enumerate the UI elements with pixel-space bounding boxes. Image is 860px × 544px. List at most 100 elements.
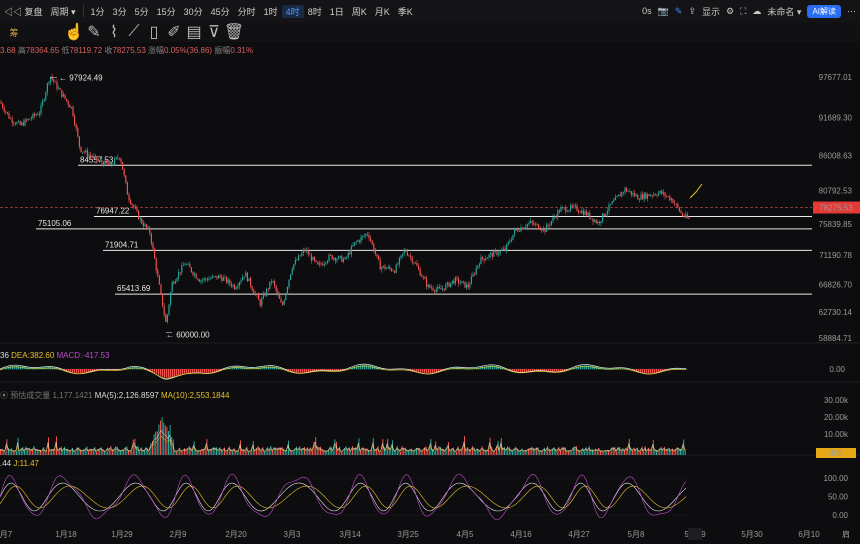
candle-body — [101, 159, 103, 163]
projection-line[interactable] — [689, 183, 703, 199]
level-label: 71904.71 — [105, 240, 139, 249]
macd-histogram-bar — [590, 365, 592, 370]
candle-body — [397, 264, 399, 266]
macd-histogram-bar — [366, 365, 368, 370]
volume-bar — [332, 451, 334, 455]
macd-histogram-bar — [296, 369, 298, 373]
candle-body — [333, 257, 335, 260]
candle-body — [326, 260, 328, 264]
candle-body — [478, 264, 480, 266]
candle-body — [360, 237, 362, 242]
macd-histogram-bar — [176, 369, 178, 376]
candle-body — [186, 264, 188, 265]
date-axis-label: 4月27 — [568, 530, 590, 539]
candle-body — [54, 81, 56, 83]
volume-bar — [57, 450, 59, 455]
candle-body — [446, 282, 448, 285]
candle-body — [56, 81, 58, 89]
macd-histogram-bar — [512, 369, 514, 371]
candle-body — [435, 289, 437, 292]
macd-histogram-bar — [172, 369, 174, 377]
volume-bar — [260, 450, 262, 455]
macd-histogram-bar — [490, 365, 492, 370]
candle-body — [602, 213, 604, 222]
volume-bar — [52, 449, 54, 455]
candle-body — [366, 234, 368, 235]
candle-body — [595, 220, 597, 223]
volume-bar — [638, 451, 640, 455]
candle-body — [442, 288, 444, 290]
candle-body — [448, 282, 450, 287]
macd-histogram-bar — [166, 369, 168, 378]
candle-body — [424, 276, 426, 280]
candle-body — [374, 251, 376, 254]
volume-bar — [14, 451, 16, 455]
macd-histogram-bar — [300, 369, 302, 373]
volume-bar — [550, 450, 552, 455]
candle-body — [147, 227, 149, 229]
candle-body — [579, 212, 581, 213]
macd-histogram-bar — [422, 369, 424, 373]
candle-body — [440, 288, 442, 290]
candle-body — [648, 194, 650, 196]
candle-body — [554, 216, 556, 218]
candle-body — [139, 218, 141, 220]
candle-body — [654, 194, 656, 196]
volume-bar — [326, 451, 328, 455]
candle-body — [269, 281, 271, 290]
macd-histogram-bar — [184, 369, 186, 374]
volume-bar — [539, 451, 541, 455]
candle-body — [146, 224, 148, 228]
candle-body — [379, 259, 381, 270]
low-marker-label: ← 60000.00 — [166, 330, 210, 339]
volume-bar — [529, 448, 531, 455]
volume-bar — [196, 451, 198, 455]
candle-body — [339, 255, 341, 257]
macd-histogram-bar — [430, 369, 432, 374]
volume-bar — [19, 451, 21, 455]
candle-body — [262, 294, 264, 299]
candle-body — [541, 230, 543, 231]
candle-body — [106, 160, 108, 164]
candlestick-chart[interactable]: 97677.01 91689.30 86008.63 80792.53 75839.85… — [0, 0, 860, 544]
macd-histogram-bar — [304, 369, 306, 373]
volume-bar — [465, 451, 467, 455]
candle-body — [288, 279, 290, 288]
macd-histogram-bar — [492, 365, 494, 370]
candle-body — [349, 252, 351, 255]
volume-bar — [176, 451, 177, 455]
candle-body — [568, 210, 570, 212]
macd-histogram-bar — [12, 365, 14, 370]
macd-histogram-bar — [586, 365, 588, 370]
date-axis-label: 2月9 — [170, 530, 187, 539]
candle-body — [619, 194, 621, 197]
candle-body — [198, 279, 200, 282]
candle-body — [493, 250, 495, 257]
volume-bar — [449, 451, 451, 455]
candle-body — [85, 150, 87, 153]
candle-body — [48, 81, 50, 84]
candle-body — [550, 221, 552, 225]
candle-body — [421, 275, 423, 277]
volume-bar — [44, 451, 46, 455]
candle-body — [46, 83, 48, 93]
macd-histogram-bar — [10, 366, 12, 370]
candle-body — [216, 275, 218, 279]
level-label: 75105.06 — [38, 219, 72, 228]
candle-body — [454, 277, 456, 284]
volume-bar — [579, 451, 581, 455]
candle-body — [77, 128, 79, 137]
macd-histogram-bar — [162, 369, 164, 377]
candle-body — [376, 253, 378, 256]
candle-body — [336, 258, 338, 261]
candle-body — [72, 106, 74, 116]
candle-body — [253, 290, 255, 294]
volume-bar — [144, 450, 145, 455]
candle-body — [661, 190, 663, 194]
candle-body — [141, 218, 143, 224]
candle-body — [509, 241, 511, 243]
date-axis-label: 1月18 — [55, 530, 77, 539]
candle-body — [61, 89, 63, 97]
candle-body — [286, 287, 288, 294]
candle-body — [173, 282, 175, 284]
